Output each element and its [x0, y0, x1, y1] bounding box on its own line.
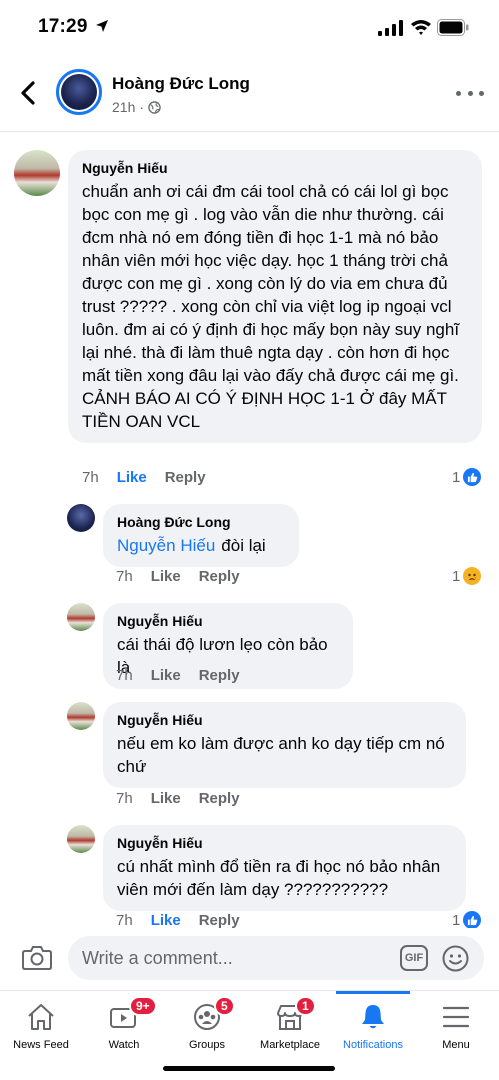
comment-actions: 7h Like Reply: [116, 667, 240, 684]
more-options-button[interactable]: [456, 86, 484, 100]
avatar[interactable]: [67, 603, 95, 631]
author-name[interactable]: Hoàng Đức Long: [112, 74, 250, 94]
comment-author[interactable]: Nguyễn Hiếu: [117, 711, 452, 729]
like-reaction-icon: [463, 911, 482, 929]
home-icon: [28, 1004, 54, 1030]
comment-text: cú nhất mình đổ tiền ra đi học nó bảo nh…: [117, 857, 441, 899]
comment-text-body: đòi lại: [221, 536, 266, 555]
comment-author[interactable]: Nguyễn Hiếu: [117, 834, 452, 852]
back-button[interactable]: [14, 78, 42, 108]
avatar[interactable]: [67, 702, 95, 730]
comment-time[interactable]: 7h: [116, 667, 133, 684]
status-bar: 17:29: [0, 0, 499, 56]
reply-button[interactable]: Reply: [165, 469, 206, 486]
emoji-icon[interactable]: [442, 945, 469, 972]
bell-icon: [362, 1005, 384, 1029]
nav-label: Notifications: [343, 1039, 403, 1051]
nav-menu[interactable]: Menu: [415, 991, 497, 1055]
nav-label: News Feed: [13, 1039, 69, 1051]
comment-bubble: Nguyễn Hiếu chuẩn anh ơi cái đm cái tool…: [68, 150, 482, 443]
notification-badge: 9+: [129, 996, 157, 1016]
chevron-left-icon: [21, 81, 35, 105]
nav-news-feed[interactable]: News Feed: [0, 991, 82, 1055]
home-indicator: [163, 1066, 335, 1071]
location-arrow-icon: [96, 20, 108, 32]
author-avatar[interactable]: [56, 69, 102, 115]
reply-button[interactable]: Reply: [199, 667, 240, 684]
sad-reaction-icon: [463, 567, 482, 585]
avatar[interactable]: [67, 504, 95, 532]
comment-time[interactable]: 7h: [116, 912, 133, 929]
comment-author[interactable]: Hoàng Đức Long: [117, 513, 285, 531]
meta-separator: ·: [139, 99, 145, 115]
comment-input[interactable]: Write a comment... GIF: [68, 936, 484, 980]
gif-button[interactable]: GIF: [400, 945, 428, 971]
menu-icon: [442, 1006, 470, 1028]
comment-text: Nguyễn Hiếu đòi lại: [117, 534, 285, 557]
like-button[interactable]: Like: [151, 568, 181, 585]
comment-author[interactable]: Nguyễn Hiếu: [117, 612, 339, 630]
like-button[interactable]: Like: [151, 912, 181, 929]
reaction-count[interactable]: 1: [452, 468, 482, 486]
nav-label: Groups: [188, 1039, 226, 1051]
comment-bubble: Hoàng Đức Long Nguyễn Hiếu đòi lại: [103, 504, 299, 567]
reaction-count[interactable]: 1: [452, 911, 482, 929]
comment-author[interactable]: Nguyễn Hiếu: [82, 159, 468, 177]
comment-text: nếu em ko làm được anh ko dạy tiếp cm nó…: [117, 734, 445, 776]
comment-bubble: Nguyễn Hiếu cú nhất mình đổ tiền ra đi h…: [103, 825, 466, 911]
like-reaction-icon: [463, 468, 482, 486]
signal-icon: [378, 20, 403, 36]
reaction-count[interactable]: 1: [452, 567, 482, 585]
reaction-number: 1: [452, 911, 461, 929]
comment-time[interactable]: 7h: [82, 469, 99, 486]
notification-badge: 5: [214, 996, 235, 1016]
comment-actions: 7h Like Reply: [116, 790, 240, 807]
comment-actions: 7h Like Reply: [82, 469, 206, 486]
reply-button[interactable]: Reply: [199, 790, 240, 807]
notification-badge: 1: [295, 996, 316, 1016]
comment-bubble: Nguyễn Hiếu nếu em ko làm được anh ko dạ…: [103, 702, 466, 788]
post-time[interactable]: 21h: [112, 99, 135, 115]
nav-marketplace[interactable]: 1 Marketplace: [249, 991, 331, 1055]
comment-composer: Write a comment... GIF: [0, 928, 499, 990]
nav-label: Menu: [442, 1039, 470, 1051]
reply-button[interactable]: Reply: [199, 568, 240, 585]
reaction-number: 1: [452, 468, 461, 486]
comment-time[interactable]: 7h: [116, 568, 133, 585]
comment-actions: 7h Like Reply: [116, 568, 240, 585]
nav-watch[interactable]: 9+ Watch: [83, 991, 165, 1055]
comment-time[interactable]: 7h: [116, 790, 133, 807]
avatar[interactable]: [67, 825, 95, 853]
mention-link[interactable]: Nguyễn Hiếu: [117, 536, 215, 555]
status-time: 17:29: [38, 16, 88, 37]
active-tab-indicator: [336, 991, 410, 994]
post-meta: 21h ·: [112, 99, 161, 115]
wifi-icon: [411, 20, 431, 35]
nav-notifications[interactable]: Notifications: [332, 991, 414, 1055]
like-button[interactable]: Like: [151, 790, 181, 807]
nav-groups[interactable]: 5 Groups: [166, 991, 248, 1055]
comment-actions: 7h Like Reply: [116, 912, 240, 929]
nav-label: Watch: [108, 1039, 140, 1051]
like-button[interactable]: Like: [117, 469, 147, 486]
globe-icon: [148, 100, 161, 114]
battery-icon: [437, 19, 469, 36]
post-header: Hoàng Đức Long 21h ·: [0, 56, 499, 132]
camera-icon[interactable]: [22, 944, 52, 970]
reply-button[interactable]: Reply: [199, 912, 240, 929]
like-button[interactable]: Like: [151, 667, 181, 684]
comment-placeholder: Write a comment...: [82, 948, 233, 968]
reaction-number: 1: [452, 567, 461, 585]
nav-label: Marketplace: [260, 1039, 320, 1051]
avatar[interactable]: [14, 150, 60, 196]
comment-text: chuẩn anh ơi cái đm cái tool chả có cái …: [82, 182, 460, 431]
